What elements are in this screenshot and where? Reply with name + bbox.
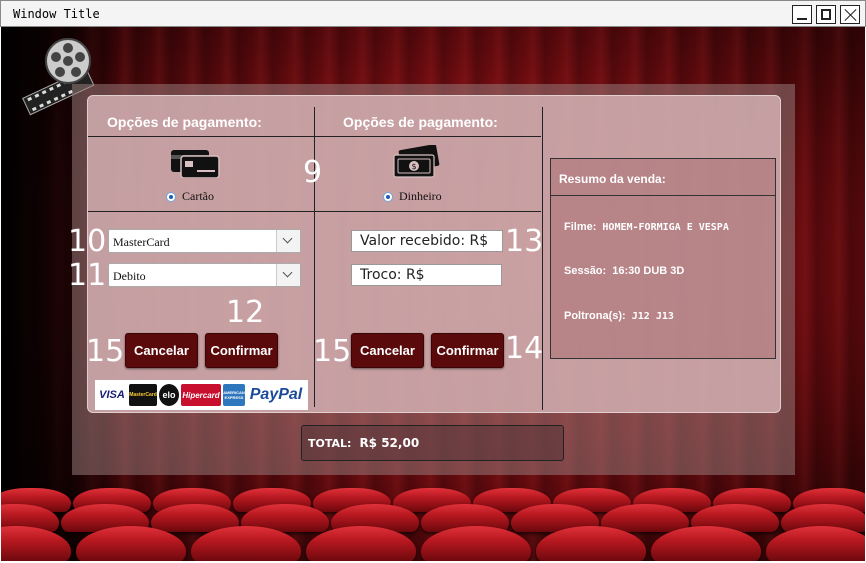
annotation-10: 10 <box>68 224 107 259</box>
cash-radio[interactable]: Dinheiro <box>383 189 442 204</box>
film-label: Filme: <box>564 221 597 233</box>
change-field[interactable]: Troco: R$ <box>351 264 502 286</box>
received-amount-field[interactable]: Valor recebido: R$ <box>351 230 503 252</box>
elo-logo: elo <box>159 384 179 406</box>
amex-logo: AMERICAN EXPRESS <box>223 384 245 406</box>
divider <box>551 195 775 196</box>
seats-label: Poltrona(s): <box>564 310 626 322</box>
card-radio-label: Cartão <box>182 189 214 203</box>
annotation-11: 11 <box>68 258 107 293</box>
summary-session: Sessão: 16:30 DUB 3D <box>564 265 684 277</box>
card-heading: Opções de pagamento: <box>107 114 262 130</box>
close-icon[interactable] <box>840 5 860 24</box>
title-bar: Window Title <box>0 0 866 27</box>
annotation-15-cash: 15 <box>313 334 352 369</box>
summary-title: Resumo da venda: <box>559 172 666 186</box>
card-cancel-button[interactable]: Cancelar <box>125 333 198 368</box>
annotation-13: 13 <box>505 224 544 259</box>
summary-seats: Poltrona(s): J12 J13 <box>564 310 674 322</box>
seats-value: J12 J13 <box>631 311 674 322</box>
paypal-logo: PayPal <box>247 384 305 406</box>
annotation-9: 9 <box>303 155 323 190</box>
session-value: 16:30 DUB 3D <box>612 265 685 277</box>
card-radio[interactable]: Cartão <box>166 189 214 204</box>
cash-heading: Opções de pagamento: <box>343 114 498 130</box>
minimize-icon[interactable] <box>792 5 812 24</box>
annotation-15-card: 15 <box>86 334 125 369</box>
window-title: Window Title <box>13 7 100 21</box>
session-label: Sessão: <box>564 265 607 277</box>
total-value: R$ 52,00 <box>359 436 420 450</box>
svg-text:$: $ <box>411 162 416 171</box>
sale-summary: Resumo da venda: Filme: HOMEM-FORMIGA E V… <box>550 158 776 359</box>
credit-card-icon <box>171 150 220 178</box>
card-brand-select[interactable]: MasterCard <box>108 229 301 253</box>
cash-icon: $ <box>393 145 440 178</box>
card-confirm-button[interactable]: Confirmar <box>205 333 278 368</box>
chevron-down-icon[interactable] <box>276 264 300 286</box>
card-type-value: Debito <box>113 269 146 283</box>
divider <box>88 211 541 212</box>
card-brand-value: MasterCard <box>113 235 170 249</box>
radio-selected-icon <box>166 191 176 202</box>
cash-radio-label: Dinheiro <box>399 189 442 203</box>
total-label: TOTAL: <box>308 437 352 450</box>
radio-selected-icon <box>383 191 393 202</box>
film-value: HOMEM-FORMIGA E VESPA <box>602 222 729 233</box>
visa-logo: VISA <box>97 384 127 406</box>
total-box: TOTAL: R$ 52,00 <box>301 425 564 461</box>
cash-confirm-button[interactable]: Confirmar <box>431 333 504 368</box>
card-brands-strip: VISA MasterCard elo Hipercard AMERICAN E… <box>95 380 308 410</box>
mastercard-logo: MasterCard <box>129 384 157 406</box>
chevron-down-icon[interactable] <box>276 230 300 252</box>
maximize-icon[interactable] <box>816 5 836 24</box>
divider <box>88 136 541 137</box>
annotation-14: 14 <box>505 331 544 366</box>
summary-film: Filme: HOMEM-FORMIGA E VESPA <box>564 221 729 233</box>
theater-seats <box>1 484 865 561</box>
cash-cancel-button[interactable]: Cancelar <box>351 333 424 368</box>
hipercard-logo: Hipercard <box>181 384 221 406</box>
annotation-12: 12 <box>226 295 265 330</box>
card-type-select[interactable]: Debito <box>108 263 301 287</box>
